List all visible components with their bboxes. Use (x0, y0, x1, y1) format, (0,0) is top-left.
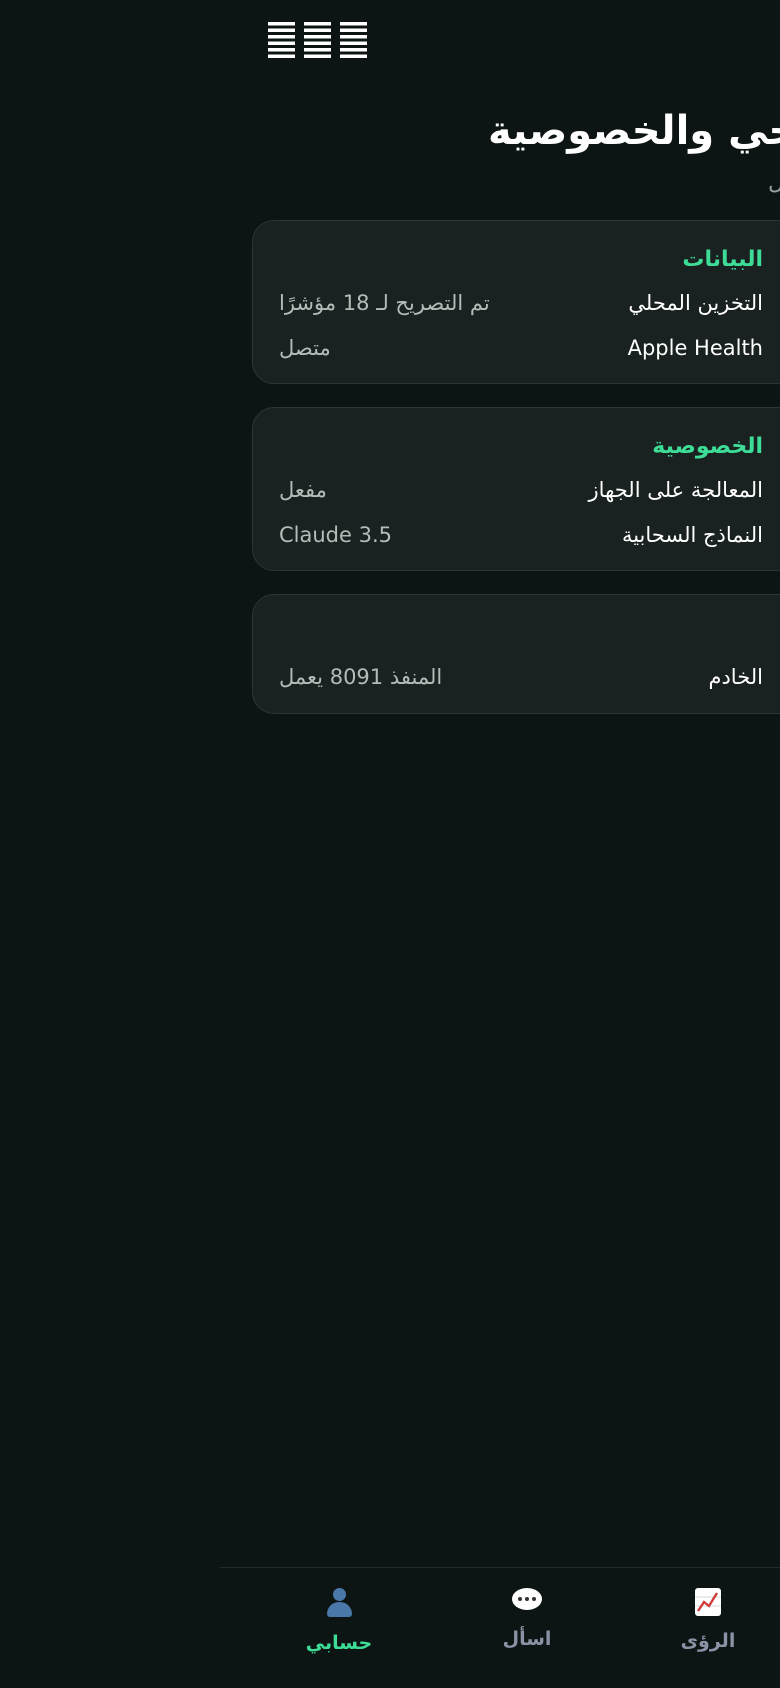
tab-ask[interactable]: اسأل (467, 1588, 587, 1650)
privacy-card: الخصوصية المعالجة على الجهاز مفعل النماذ… (252, 407, 780, 571)
tab-label: الرؤى (680, 1630, 736, 1652)
page-subtitle: الحالة والاتصال (768, 170, 780, 195)
card-title: الخصوصية (652, 434, 763, 459)
chat-bubble-icon (467, 1588, 587, 1622)
menu-bars-icon (268, 22, 295, 58)
server-card: الخادم المنفذ 8091 يعمل (252, 594, 780, 714)
menu-bars-icon (304, 22, 331, 58)
tab-insights[interactable]: الرؤى (648, 1588, 768, 1652)
page-title: الوضع الصحي والخصوصية (488, 108, 780, 154)
card-title: البيانات (682, 247, 763, 272)
tab-label: اسأل (502, 1628, 552, 1650)
row-label: التخزين المحلي (628, 291, 763, 315)
row-label: الخادم (708, 665, 763, 689)
menu-icon[interactable] (268, 22, 367, 58)
health-privacy-screen: الوضع الصحي والخصوصية الحالة والاتصال ال… (0, 0, 780, 1688)
row-label: Apple Health (627, 336, 763, 360)
row-value: Claude 3.5 (279, 523, 392, 547)
person-icon (279, 1588, 399, 1626)
row-value: مفعل (279, 478, 327, 502)
row-label: النماذج السحابية (621, 523, 763, 547)
row-value: متصل (279, 336, 331, 360)
data-card: البيانات التخزين المحلي تم التصريح لـ 18… (252, 220, 780, 384)
chart-icon (648, 1588, 768, 1624)
row-value: تم التصريح لـ 18 مؤشرًا (279, 291, 490, 315)
row-value: المنفذ 8091 يعمل (279, 665, 443, 689)
tab-account[interactable]: حسابي (279, 1588, 399, 1654)
menu-bars-icon (340, 22, 367, 58)
bottom-tab-bar: حسابي اسأل الرؤى (220, 1567, 780, 1688)
tab-label: حسابي (305, 1632, 373, 1654)
row-label: المعالجة على الجهاز (588, 478, 763, 502)
